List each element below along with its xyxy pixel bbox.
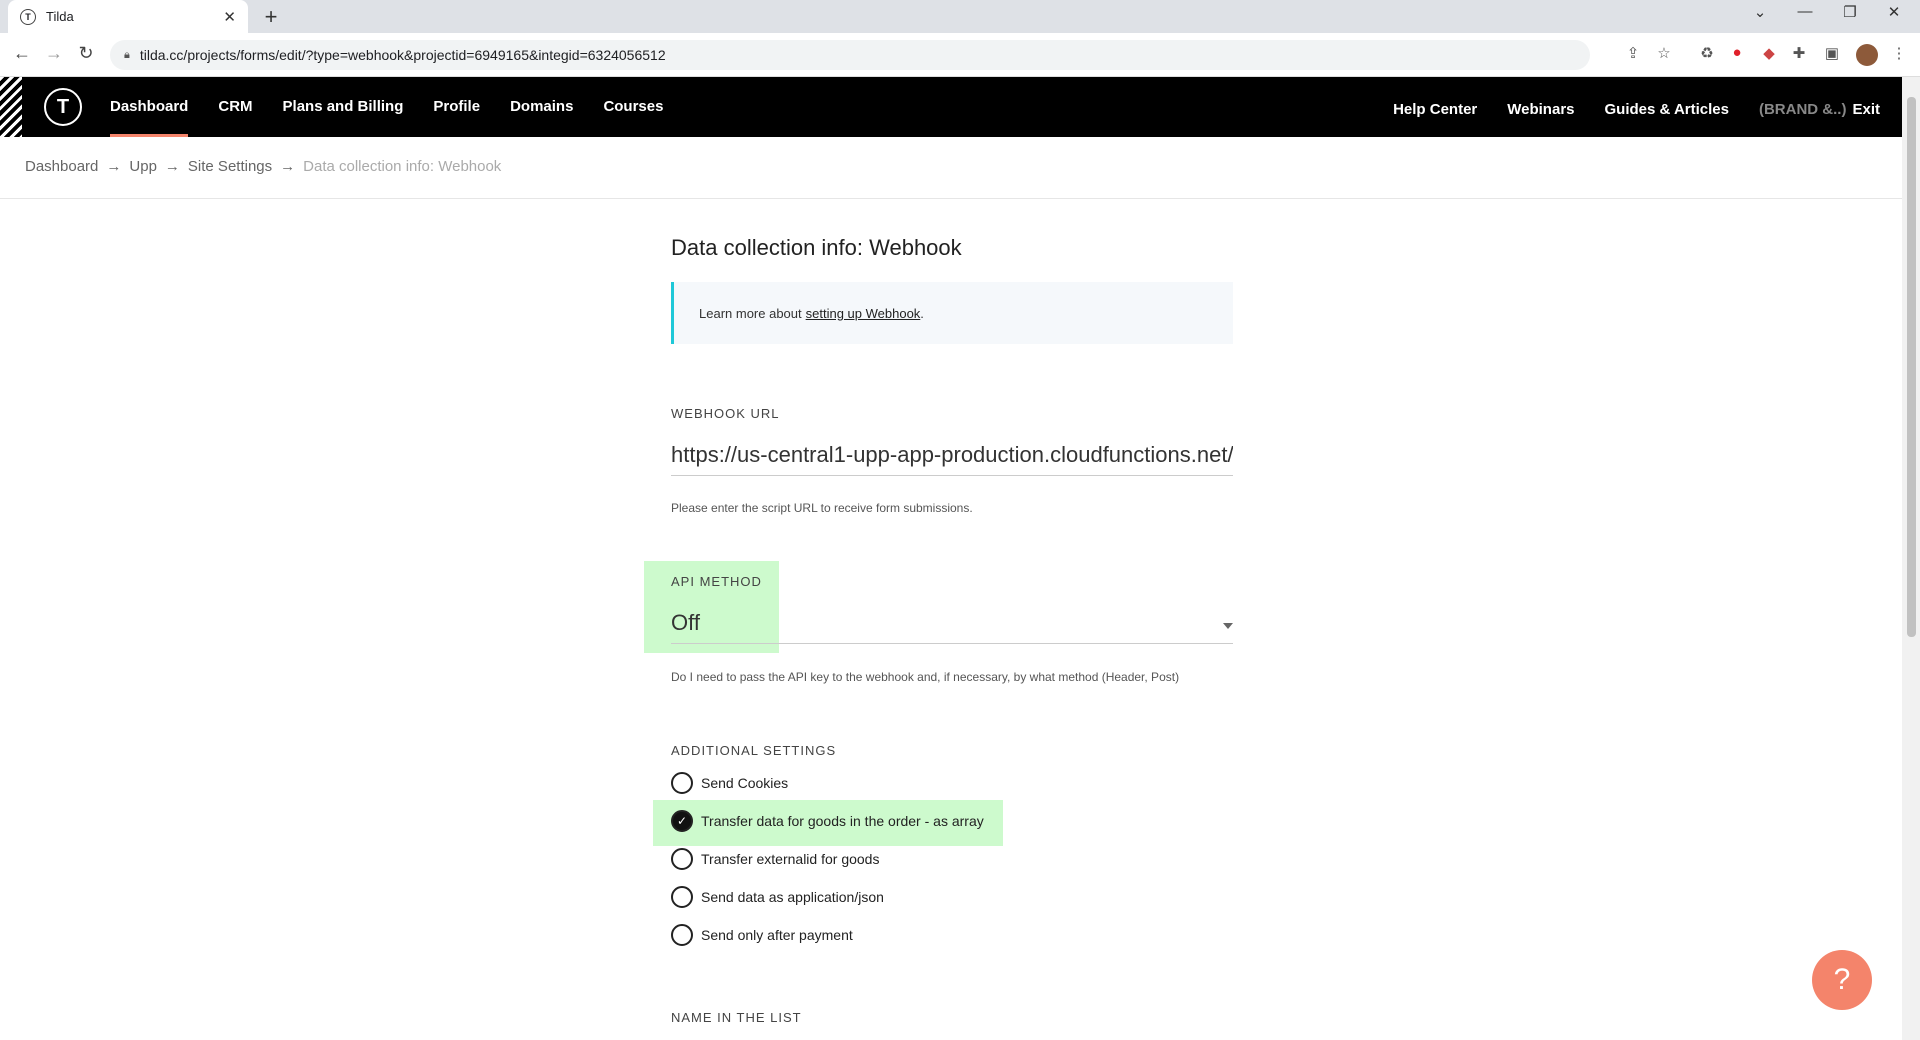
- breadcrumb-dashboard[interactable]: Dashboard: [25, 158, 98, 175]
- api-method-hint: Do I need to pass the API key to the web…: [671, 670, 1180, 684]
- nav-courses[interactable]: Courses: [603, 77, 663, 137]
- tilda-favicon-icon: T: [20, 8, 36, 25]
- tab-search-icon[interactable]: ⌄: [1740, 3, 1780, 21]
- more-menu-icon[interactable]: ⋮: [1888, 44, 1910, 62]
- share-icon[interactable]: ⇪: [1622, 44, 1644, 62]
- decorative-stripes: [0, 77, 22, 137]
- option-label: Send Cookies: [701, 775, 789, 791]
- close-window-button[interactable]: ✕: [1874, 3, 1914, 21]
- api-method-label: API METHOD: [671, 574, 762, 589]
- restore-button[interactable]: ❐: [1830, 3, 1870, 21]
- option-label: Send data as application/json: [701, 889, 884, 905]
- bookmark-star-icon[interactable]: ☆: [1653, 44, 1675, 62]
- webhook-url-input[interactable]: https://us-central1-upp-app-production.c…: [671, 436, 1233, 476]
- breadcrumb: Dashboard → Upp → Site Settings → Data c…: [25, 158, 501, 175]
- tilda-top-nav: T Dashboard CRM Plans and Billing Profil…: [0, 77, 1902, 137]
- option-send-after-payment[interactable]: Send only after payment: [671, 924, 853, 946]
- checkbox-checked-icon[interactable]: ✓: [671, 810, 693, 832]
- option-transfer-goods-array[interactable]: ✓ Transfer data for goods in the order -…: [671, 810, 984, 832]
- info-box: Learn more about setting up Webhook .: [671, 282, 1233, 344]
- breadcrumb-arrow-icon: →: [280, 158, 296, 175]
- minimize-button[interactable]: —: [1785, 3, 1825, 20]
- breadcrumb-arrow-icon: →: [106, 158, 122, 175]
- page-scrollbar[interactable]: [1902, 77, 1920, 1040]
- option-transfer-externalid[interactable]: Transfer externalid for goods: [671, 848, 879, 870]
- webhook-url-hint: Please enter the script URL to receive f…: [671, 501, 973, 515]
- secondary-nav: Help Center Webinars Guides & Articles (…: [1393, 80, 1880, 140]
- additional-settings-label: ADDITIONAL SETTINGS: [671, 743, 837, 758]
- setting-up-webhook-link[interactable]: setting up Webhook: [806, 306, 921, 321]
- profile-avatar[interactable]: [1856, 44, 1878, 66]
- name-in-list-label: NAME IN THE LIST: [671, 1010, 802, 1025]
- api-method-select[interactable]: Off: [671, 604, 1233, 644]
- option-label: Transfer data for goods in the order - a…: [701, 813, 984, 829]
- lock-icon: 🔒︎: [124, 48, 130, 61]
- forward-arrow-icon[interactable]: →: [42, 43, 66, 64]
- back-arrow-icon[interactable]: ←: [10, 43, 34, 64]
- webhook-url-label: WEBHOOK URL: [671, 406, 780, 421]
- browser-tab[interactable]: T Tilda ✕: [8, 0, 248, 33]
- extension-icon[interactable]: ◆: [1758, 44, 1780, 62]
- option-label: Transfer externalid for goods: [701, 851, 880, 867]
- main-nav: Dashboard CRM Plans and Billing Profile …: [110, 77, 693, 137]
- scrollbar-thumb[interactable]: [1907, 97, 1916, 637]
- nav-webinars[interactable]: Webinars: [1507, 80, 1574, 140]
- nav-dashboard[interactable]: Dashboard: [110, 77, 189, 137]
- browser-tabbar: T Tilda ✕ + ⌄ — ❐ ✕: [0, 0, 1920, 33]
- breadcrumb-upp[interactable]: Upp: [129, 158, 157, 175]
- puzzle-extensions-icon[interactable]: ✚: [1788, 44, 1810, 62]
- info-suffix: .: [920, 305, 924, 321]
- option-label: Send only after payment: [701, 927, 853, 943]
- tab-close-icon[interactable]: ✕: [223, 8, 236, 26]
- url-text: tilda.cc/projects/forms/edit/?type=webho…: [139, 47, 666, 63]
- option-send-cookies[interactable]: Send Cookies: [671, 772, 788, 794]
- opera-extension-icon[interactable]: ●: [1726, 44, 1748, 61]
- checkbox-unchecked-icon[interactable]: [671, 848, 693, 870]
- recycle-extension-icon[interactable]: ♻: [1696, 44, 1718, 62]
- new-tab-button[interactable]: +: [258, 4, 284, 30]
- breadcrumb-divider: [0, 198, 1902, 199]
- tilda-logo-icon[interactable]: T: [44, 88, 82, 126]
- info-text: Learn more about: [699, 305, 802, 321]
- nav-profile[interactable]: Profile: [433, 77, 480, 137]
- nav-plans-billing[interactable]: Plans and Billing: [283, 77, 404, 137]
- reload-icon[interactable]: ↻: [74, 43, 98, 64]
- nav-exit[interactable]: Exit: [1852, 80, 1880, 140]
- help-question-icon[interactable]: ?: [1812, 950, 1872, 1010]
- nav-help-center[interactable]: Help Center: [1393, 80, 1477, 140]
- address-bar-row: ← → ↻ 🔒︎ tilda.cc/projects/forms/edit/?t…: [0, 33, 1920, 77]
- checkbox-unchecked-icon[interactable]: [671, 772, 693, 794]
- checkbox-unchecked-icon[interactable]: [671, 924, 693, 946]
- breadcrumb-site-settings[interactable]: Site Settings: [188, 158, 272, 175]
- page-title: Data collection info: Webhook: [671, 235, 962, 260]
- dropdown-arrow-icon[interactable]: [1223, 623, 1233, 629]
- breadcrumb-arrow-icon: →: [164, 158, 180, 175]
- checkbox-unchecked-icon[interactable]: [671, 886, 693, 908]
- nav-domains[interactable]: Domains: [510, 77, 573, 137]
- nav-guides[interactable]: Guides & Articles: [1605, 80, 1729, 140]
- tab-title: Tilda: [46, 9, 74, 24]
- url-bar[interactable]: 🔒︎ tilda.cc/projects/forms/edit/?type=we…: [110, 40, 1590, 70]
- sidebar-icon[interactable]: ▣: [1821, 44, 1843, 62]
- nav-brand[interactable]: (BRAND &..): [1759, 80, 1847, 140]
- nav-crm[interactable]: CRM: [218, 77, 252, 137]
- option-send-json[interactable]: Send data as application/json: [671, 886, 884, 908]
- breadcrumb-current: Data collection info: Webhook: [303, 158, 502, 175]
